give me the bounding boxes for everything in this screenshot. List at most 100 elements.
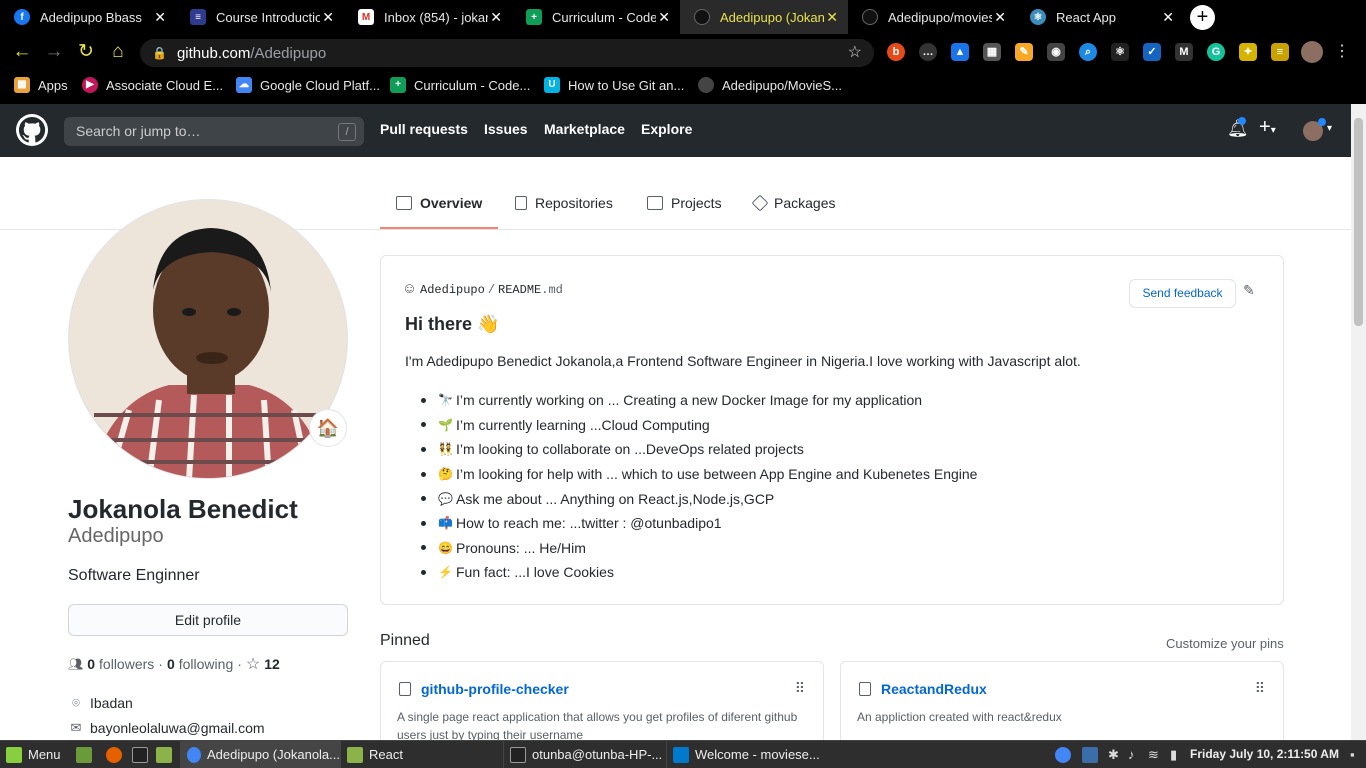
close-icon[interactable]: ✕ — [994, 9, 1006, 26]
bookmark-apps[interactable]: ▦ Apps — [14, 77, 68, 93]
tab-repositories[interactable]: Repositories — [515, 195, 613, 211]
tab-projects[interactable]: Projects — [647, 195, 722, 211]
url-path: /Adedipupo — [250, 44, 327, 62]
email-link[interactable]: bayonleolaluwa@gmail.com — [90, 720, 265, 736]
drag-handle-icon[interactable]: ⠿ — [1255, 680, 1265, 697]
pinned-repo-name[interactable]: github-profile-checker — [421, 681, 569, 697]
grammarly-icon[interactable]: G — [1207, 43, 1225, 61]
close-icon[interactable]: ✕ — [154, 9, 166, 26]
start-menu-button[interactable]: Menu — [6, 741, 61, 768]
browser-tab-0[interactable]: f Adedipupo Bbass J ✕ — [0, 0, 176, 34]
close-icon[interactable]: ✕ — [490, 9, 502, 26]
tab-packages[interactable]: Packages — [751, 194, 835, 212]
browser-tab-6[interactable]: ⚛ React App ✕ — [1016, 0, 1184, 34]
page-scrollbar[interactable] — [1351, 104, 1366, 740]
github-logo-icon[interactable] — [16, 114, 48, 146]
checkbox-extension-icon[interactable]: ✓ — [1143, 43, 1161, 61]
react-devtools-icon[interactable]: ⚛ — [1111, 43, 1129, 61]
reading-list-icon[interactable]: ≡ — [1271, 43, 1289, 61]
edit-profile-button[interactable]: Edit profile — [68, 604, 348, 636]
forward-arrow-icon[interactable]: → — [42, 40, 66, 64]
bookmark-movies-repo[interactable]: Adedipupo/MovieS... — [698, 77, 842, 93]
taskbar-window-terminal[interactable]: otunba@otunba-HP-... — [503, 741, 665, 768]
pinned-repo-name[interactable]: ReactandRedux — [881, 681, 987, 697]
address-bar[interactable]: 🔒 github.com/Adedipupo ☆ — [140, 39, 874, 67]
close-icon[interactable]: ✕ — [322, 9, 334, 26]
close-icon[interactable]: ✕ — [658, 9, 670, 26]
battery-icon[interactable]: ▮ — [1170, 741, 1177, 768]
nav-issues[interactable]: Issues — [484, 121, 528, 137]
audio-icon[interactable]: ♪ — [1128, 741, 1135, 768]
system-clock[interactable]: Friday July 10, 2:11:50 AM — [1190, 747, 1339, 761]
chrome-tray-icon[interactable] — [1055, 741, 1077, 768]
search-input[interactable]: Search or jump to… / — [64, 117, 364, 146]
bookmarks-bar: ▦ Apps ▶ Associate Cloud E... ☁ Google Clou… — [0, 70, 1366, 104]
chat-extension-icon[interactable]: … — [919, 43, 937, 61]
profile-email: ✉ bayonleolaluwa@gmail.com — [68, 720, 265, 736]
kebab-menu-icon[interactable]: ⋮ — [1330, 40, 1354, 64]
wifi-icon[interactable]: ≋ — [1148, 741, 1159, 768]
customize-pins-link[interactable]: Customize your pins — [1166, 636, 1284, 651]
nav-marketplace[interactable]: Marketplace — [544, 121, 625, 137]
browser-tab-1[interactable]: ≡ Course Introductio ✕ — [176, 0, 344, 34]
m-extension-icon[interactable]: M — [1175, 43, 1193, 61]
following-label[interactable]: following — [179, 656, 233, 672]
browser-tab-3[interactable]: + Curriculum - Code ✕ — [512, 0, 680, 34]
window-label: Welcome - moviese... — [695, 747, 820, 762]
bookmark-associate-cloud[interactable]: ▶ Associate Cloud E... — [82, 77, 223, 93]
smiley-icon: ☺ — [405, 281, 415, 298]
firefox-launcher-icon[interactable] — [106, 741, 128, 768]
tab-overview[interactable]: Overview — [396, 195, 482, 211]
telescope-emoji: 🔭 — [438, 393, 453, 408]
stars-count[interactable]: 12 — [264, 656, 280, 672]
terminal-launcher-icon[interactable] — [132, 741, 154, 768]
search-extension-icon[interactable]: ⌕ — [1079, 43, 1097, 61]
bookmark-google-cloud[interactable]: ☁ Google Cloud Platf... — [236, 77, 380, 93]
bookmark-curriculum[interactable]: + Curriculum - Code... — [390, 77, 530, 93]
followers-label[interactable]: followers — [99, 656, 154, 672]
bookmark-star-icon[interactable]: ☆ — [848, 42, 862, 62]
close-icon[interactable]: ✕ — [826, 9, 838, 26]
readme-file[interactable]: README — [498, 283, 541, 297]
taskbar-window-vscode[interactable]: Welcome - moviese... — [666, 741, 828, 768]
owl-extension-icon[interactable]: ◉ — [1047, 43, 1065, 61]
pencil-edit-icon[interactable]: ✎ — [1243, 282, 1255, 299]
pinned-heading: Pinned — [380, 632, 430, 649]
taskbar-window-chrome[interactable]: Adedipupo (Jokanola... — [180, 741, 340, 768]
following-count[interactable]: 0 — [167, 656, 175, 672]
reload-icon[interactable]: ↻ — [74, 40, 98, 64]
taskbar-window-files[interactable]: React — [340, 741, 502, 768]
extension-icon[interactable]: b — [887, 43, 905, 61]
close-icon[interactable]: ✕ — [1162, 9, 1174, 26]
profile-avatar-icon[interactable] — [1301, 41, 1323, 63]
show-desktop-icon[interactable] — [76, 741, 98, 768]
puzzle-icon[interactable]: ✦ — [1239, 43, 1257, 61]
drag-handle-icon[interactable]: ⠿ — [795, 680, 805, 697]
scrollbar-thumb[interactable] — [1354, 118, 1363, 326]
create-new-plus-icon[interactable]: +▾ — [1259, 116, 1276, 139]
qr-extension-icon[interactable]: ▦ — [983, 43, 1001, 61]
shield-tray-icon[interactable] — [1082, 741, 1104, 768]
star-icon[interactable]: ☆ — [246, 654, 260, 674]
google-drive-icon[interactable]: ▲ — [951, 43, 969, 61]
back-arrow-icon[interactable]: ← — [10, 40, 34, 64]
lock-icon: 🔒 — [152, 46, 167, 60]
browser-tab-2[interactable]: M Inbox (854) - jokan ✕ — [344, 0, 512, 34]
followers-count[interactable]: 0 — [87, 656, 95, 672]
nav-explore[interactable]: Explore — [641, 121, 692, 137]
browser-tab-5[interactable]: Adedipupo/movies ✕ — [848, 0, 1016, 34]
bluetooth-icon[interactable]: ✱ — [1108, 741, 1119, 768]
workspace-switcher-icon[interactable]: ▪ — [1350, 741, 1355, 768]
chevron-down-icon[interactable]: ▾ — [1327, 123, 1332, 134]
profile-avatar[interactable] — [68, 199, 348, 479]
bookmark-git-guide[interactable]: U How to Use Git an... — [544, 77, 684, 93]
files-launcher-icon[interactable] — [156, 741, 178, 768]
highlighter-icon[interactable]: ✎ — [1015, 43, 1033, 61]
home-icon[interactable]: ⌂ — [106, 40, 130, 64]
status-emoji-badge[interactable]: 🏠 — [309, 409, 347, 447]
new-tab-button[interactable]: + — [1190, 5, 1215, 30]
send-feedback-button[interactable]: Send feedback — [1129, 279, 1236, 308]
readme-owner[interactable]: Adedipupo — [420, 283, 485, 297]
nav-pull-requests[interactable]: Pull requests — [380, 121, 468, 137]
browser-tab-4-active[interactable]: Adedipupo (Jokanc ✕ — [680, 0, 848, 34]
